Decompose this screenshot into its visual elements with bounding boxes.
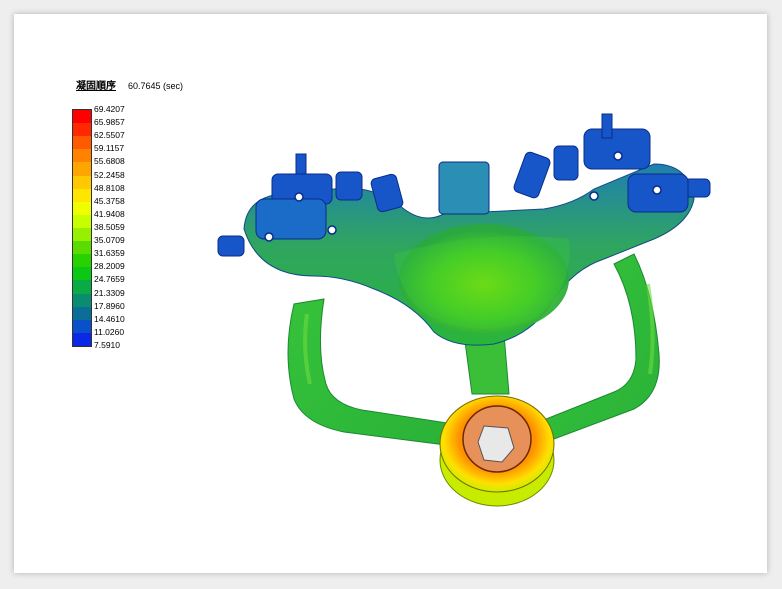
casting-model	[217, 113, 711, 507]
plot-canvas: 凝固順序 60.7645 (sec) 69.4207 65.9857 62.5507…	[14, 14, 767, 573]
hub	[439, 395, 555, 507]
